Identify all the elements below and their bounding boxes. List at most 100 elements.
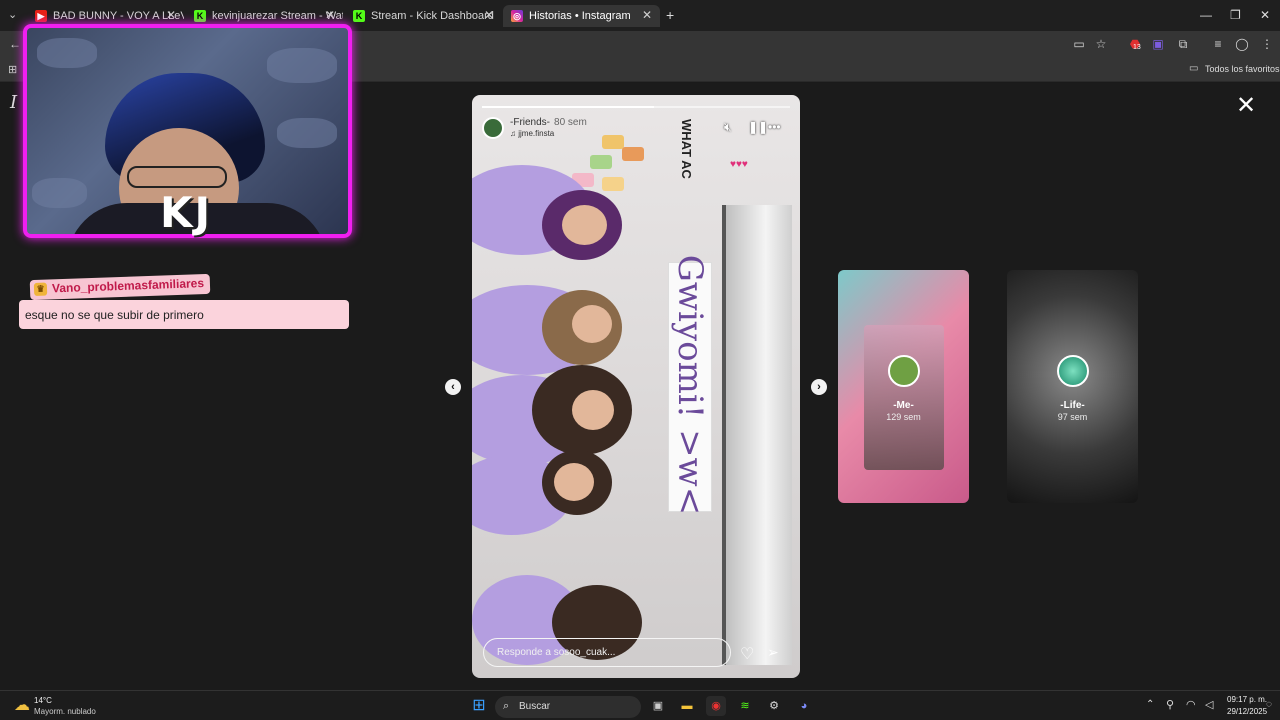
- pause-icon[interactable]: ❚❚: [748, 120, 768, 134]
- chevron-left-icon: ‹: [451, 381, 455, 393]
- story-time: 80 sem: [554, 117, 587, 128]
- tab-label: Stream - Kick Dashboard: [371, 10, 494, 22]
- instagram-logo-icon[interactable]: I: [10, 92, 17, 113]
- share-send-icon[interactable]: ➢: [767, 644, 779, 661]
- task-view-icon[interactable]: ▣: [648, 696, 668, 716]
- weather-desc[interactable]: Mayorm. nublado: [34, 707, 96, 716]
- file-explorer-icon[interactable]: ▬: [677, 696, 697, 716]
- obs-icon[interactable]: ≋: [735, 696, 755, 716]
- reply-input[interactable]: Responde a sosoo_cuak...: [483, 638, 731, 667]
- wall-decoration: [602, 135, 624, 149]
- folder-icon: ▭: [1189, 63, 1199, 74]
- taskbar: ☁ 14°C Mayorm. nublado ⊞ ⌕ Buscar ▣ ▬ ◉ …: [0, 690, 1280, 720]
- more-options-icon[interactable]: •••: [768, 120, 781, 134]
- story-preview-life[interactable]: -Life- 97 sem: [1007, 270, 1138, 503]
- discord-icon[interactable]: ◕: [794, 696, 814, 716]
- close-tab-icon[interactable]: ✕: [325, 8, 335, 22]
- person-face: [572, 305, 612, 343]
- story-preview-me[interactable]: -Me- 129 sem: [838, 270, 969, 503]
- notification-icon[interactable]: ◌: [1266, 699, 1272, 710]
- instagram-icon: ◎: [511, 10, 523, 22]
- volume-icon[interactable]: ◁: [1205, 698, 1213, 711]
- story-viewer[interactable]: -Friends- 80 sem ♫ jjme.finsta 🔇︎ ❚❚ ••• …: [472, 95, 800, 678]
- preview-avatar: [887, 355, 920, 387]
- like-heart-icon[interactable]: ♡: [740, 644, 754, 664]
- story-avatar[interactable]: [482, 117, 504, 139]
- extension-twitch-icon[interactable]: ▣: [1151, 37, 1165, 51]
- close-window-icon[interactable]: ✕: [1260, 8, 1270, 22]
- close-tab-icon[interactable]: ✕: [642, 8, 652, 22]
- close-tab-icon[interactable]: ✕: [484, 8, 494, 22]
- next-story-button[interactable]: ›: [811, 379, 827, 395]
- wall-stone: [277, 118, 337, 148]
- wall-stone: [37, 38, 97, 68]
- media-control-icon[interactable]: ≡: [1211, 37, 1225, 51]
- person-face: [562, 205, 607, 245]
- chat-username: Vano_problemasfamiliares: [51, 276, 205, 296]
- wall-stone: [32, 178, 87, 208]
- person-face: [554, 463, 594, 501]
- extensions-puzzle-icon[interactable]: ⧉: [1176, 37, 1190, 51]
- story-audio[interactable]: ♫ jjme.finsta: [510, 129, 554, 138]
- wall-letters: WHAT AC: [679, 119, 694, 179]
- kick-icon: K: [353, 10, 365, 22]
- wifi-icon[interactable]: ◠: [1186, 698, 1196, 711]
- chevron-right-icon: ›: [817, 381, 821, 393]
- mute-icon[interactable]: 🔇︎: [724, 120, 732, 135]
- wall-decoration: [622, 147, 644, 161]
- start-windows-icon[interactable]: ⊞: [469, 696, 489, 716]
- search-icon: ⌕: [503, 700, 510, 712]
- audio-label: jjme.finsta: [518, 129, 555, 138]
- wall-decoration: [590, 155, 612, 169]
- close-tab-icon[interactable]: ✕: [166, 8, 176, 22]
- wall-decoration: [602, 177, 624, 191]
- chrome-icon[interactable]: ◉: [706, 696, 726, 716]
- tab-label: BAD BUNNY - VOY A LLeVA: [53, 10, 184, 22]
- kick-icon: K: [194, 10, 206, 22]
- tab-instagram[interactable]: ◎ Historias • Instagram ✕: [503, 5, 660, 27]
- restore-icon[interactable]: ❐: [1230, 8, 1241, 22]
- all-bookmarks-link[interactable]: Todos los favoritos: [1205, 64, 1280, 74]
- hearts-sticker: ♥♥♥: [730, 159, 748, 170]
- menu-dots-icon[interactable]: ⋮: [1260, 37, 1274, 51]
- preview-avatar: [1056, 355, 1089, 387]
- clock-time[interactable]: 09:17 p. m.: [1227, 695, 1267, 704]
- preview-name: -Life-: [1060, 400, 1085, 411]
- minimize-icon[interactable]: —: [1200, 8, 1212, 22]
- crown-icon: ♛: [33, 282, 48, 296]
- wall-stone: [267, 48, 337, 83]
- weather-temp[interactable]: 14°C: [34, 696, 52, 705]
- streamer-tag: KJ: [160, 188, 213, 237]
- bookmark-star-icon[interactable]: ☆: [1094, 37, 1108, 51]
- youtube-icon: ▶: [35, 10, 47, 22]
- chat-message: esque no se que subir de primero: [19, 300, 349, 329]
- story-username[interactable]: -Friends-: [510, 117, 550, 128]
- taskbar-search[interactable]: ⌕ Buscar: [495, 696, 641, 718]
- preview-thumbnail: [864, 325, 944, 470]
- tray-expand-icon[interactable]: ⌃: [1146, 699, 1154, 710]
- steam-icon[interactable]: ⚙: [764, 696, 784, 716]
- weather-icon[interactable]: ☁: [14, 695, 30, 715]
- new-tab-icon[interactable]: +: [666, 7, 674, 23]
- close-stories-icon[interactable]: ✕: [1236, 94, 1256, 118]
- clock-date[interactable]: 29/12/2025: [1227, 707, 1267, 716]
- preview-time: 97 sem: [1057, 412, 1088, 422]
- back-icon[interactable]: ←: [8, 37, 22, 51]
- profile-icon[interactable]: ◯: [1235, 37, 1249, 51]
- preview-time: 129 sem: [886, 412, 921, 422]
- apps-grid-icon[interactable]: ⊞: [8, 63, 17, 76]
- sign-text: Gwiyomi! >w<: [670, 254, 710, 516]
- window: [722, 205, 792, 665]
- previous-story-button[interactable]: ‹: [445, 379, 461, 395]
- cast-icon[interactable]: ▭: [1072, 37, 1086, 51]
- person-face: [572, 390, 614, 430]
- story-header: -Friends- 80 sem: [510, 117, 587, 128]
- streamer-glasses: [127, 166, 227, 188]
- tab-kick-dashboard[interactable]: K Stream - Kick Dashboard ✕: [345, 5, 502, 27]
- story-progress-bar: [482, 106, 790, 108]
- tab-label: Historias • Instagram: [529, 10, 631, 22]
- preview-name: -Me-: [893, 400, 914, 411]
- network-icon[interactable]: ⚲: [1166, 698, 1174, 711]
- search-label: Buscar: [519, 701, 551, 712]
- tab-search-icon[interactable]: ⌄: [8, 8, 17, 21]
